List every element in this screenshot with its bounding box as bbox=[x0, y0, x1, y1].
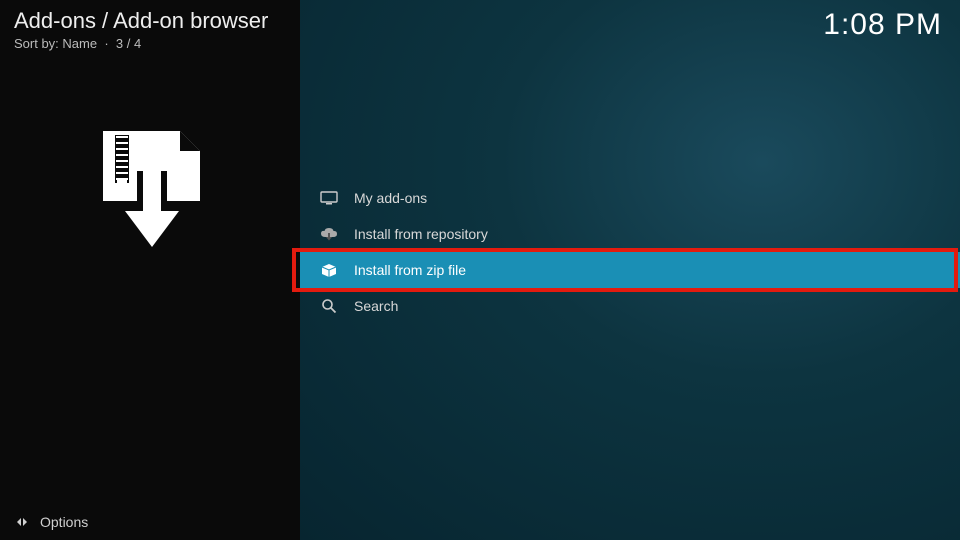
clock: 1:08 PM bbox=[823, 8, 942, 42]
header: Add-ons / Add-on browser Sort by: Name ·… bbox=[0, 0, 300, 59]
main-panel: 1:08 PM My add-ons bbox=[300, 0, 960, 540]
menu-item-install-zip[interactable]: Install from zip file bbox=[300, 252, 960, 288]
position-label: 3 / 4 bbox=[116, 36, 141, 51]
breadcrumb: Add-ons / Add-on browser bbox=[14, 8, 286, 34]
options-label: Options bbox=[40, 514, 88, 530]
menu-item-label: Install from repository bbox=[354, 226, 488, 242]
sidebar: Add-ons / Add-on browser Sort by: Name ·… bbox=[0, 0, 300, 540]
monitor-icon bbox=[318, 191, 340, 205]
menu-item-search[interactable]: Search bbox=[300, 288, 960, 324]
cloud-download-icon bbox=[318, 227, 340, 241]
addon-browser-icon bbox=[85, 129, 215, 249]
menu-item-install-repository[interactable]: Install from repository bbox=[300, 216, 960, 252]
box-open-icon bbox=[318, 263, 340, 277]
menu-list: My add-ons Install from repository bbox=[300, 180, 960, 324]
sort-label: Sort by: Name bbox=[14, 36, 97, 51]
search-icon bbox=[318, 298, 340, 314]
options-icon bbox=[14, 514, 30, 530]
sort-info: Sort by: Name · 3 / 4 bbox=[14, 36, 286, 51]
menu-item-label: Search bbox=[354, 298, 398, 314]
menu-item-my-addons[interactable]: My add-ons bbox=[300, 180, 960, 216]
menu-item-label: Install from zip file bbox=[354, 262, 466, 278]
menu-item-label: My add-ons bbox=[354, 190, 427, 206]
options-button[interactable]: Options bbox=[0, 504, 300, 540]
